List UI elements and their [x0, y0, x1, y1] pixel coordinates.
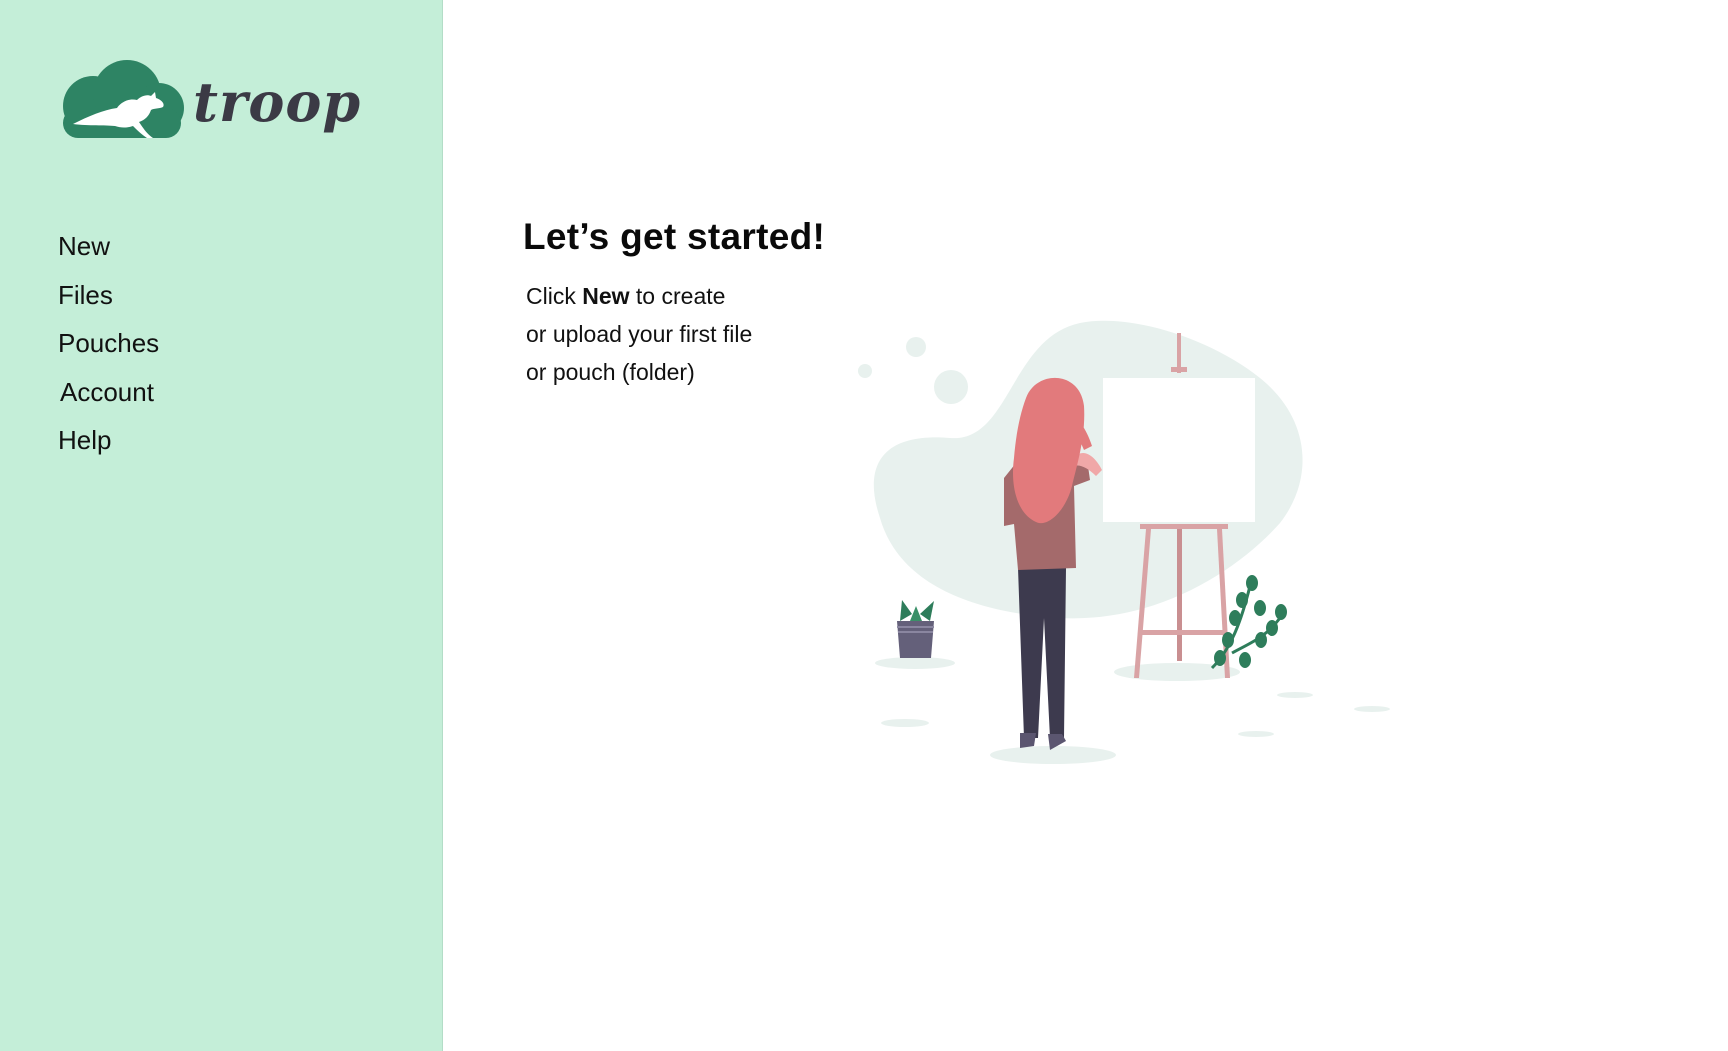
app-window: troop New Files Pouches Account Help Let…	[0, 0, 1728, 1051]
instruction-line-2: or upload your first file	[526, 321, 753, 347]
getting-started-text: Click New to create or upload your first…	[526, 277, 752, 391]
new-keyword: New	[582, 283, 630, 309]
sidebar-item-files[interactable]: Files	[58, 271, 159, 320]
sidebar-item-new[interactable]: New	[58, 222, 159, 271]
logo[interactable]: troop	[59, 58, 360, 142]
bubble	[934, 370, 968, 404]
woman-painting-at-easel-illustration	[840, 318, 1400, 768]
potted-plant	[897, 600, 934, 658]
bubble	[906, 337, 926, 357]
instruction-line-1: Click New to create	[526, 283, 726, 309]
bubble	[858, 364, 872, 378]
sidebar-item-pouches[interactable]: Pouches	[58, 319, 159, 368]
instruction-line-3: or pouch (folder)	[526, 359, 695, 385]
easel	[1103, 333, 1255, 678]
sidebar-item-help[interactable]: Help	[58, 416, 159, 465]
sidebar-item-account[interactable]: Account	[58, 368, 159, 417]
kangaroo-cloud-icon	[63, 60, 184, 138]
page-title: Let’s get started!	[523, 216, 826, 257]
sidebar-nav: New Files Pouches Account Help	[58, 222, 159, 465]
logo-wordmark: troop	[193, 70, 362, 134]
canvas	[1103, 378, 1255, 522]
sidebar: troop New Files Pouches Account Help	[0, 0, 443, 1051]
